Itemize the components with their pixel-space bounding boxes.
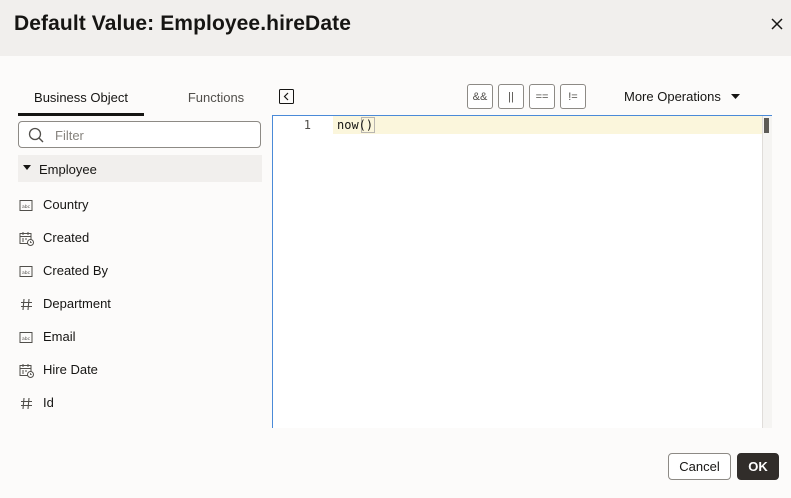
dialog-title: Default Value: Employee.hireDate — [14, 12, 351, 35]
cancel-button[interactable]: Cancel — [668, 453, 731, 480]
svg-text:abc: abc — [22, 270, 31, 276]
field-label: Email — [43, 329, 76, 344]
line-number: 1 — [303, 118, 311, 132]
field-item-hire-date[interactable]: Hire Date — [18, 357, 262, 385]
text-field-icon: abc — [19, 266, 33, 277]
editor-scrollbar[interactable] — [762, 116, 772, 428]
close-icon — [771, 18, 783, 30]
dialog-header: Default Value: Employee.hireDate — [0, 0, 791, 56]
field-label: Created — [43, 230, 90, 245]
field-item-created[interactable]: Created — [18, 225, 262, 253]
close-button[interactable] — [766, 13, 788, 35]
tab-business-object[interactable]: Business Object — [18, 84, 144, 116]
equals-operator-button[interactable]: == — [529, 84, 555, 109]
code-line[interactable]: now() — [337, 118, 373, 132]
svg-text:abc: abc — [22, 204, 31, 210]
and-operator-button[interactable]: && — [467, 84, 493, 109]
datetime-field-icon — [19, 364, 34, 378]
field-label: Created By — [43, 263, 109, 278]
not-equals-operator-button[interactable]: != — [560, 84, 586, 109]
field-label: Country — [43, 197, 89, 212]
expression-editor[interactable]: 1 now() — [272, 115, 772, 428]
datetime-field-icon — [19, 232, 34, 246]
chevron-down-icon[interactable] — [731, 94, 740, 100]
number-field-icon — [21, 397, 32, 410]
tree-node-employee[interactable]: Employee — [18, 155, 262, 182]
filter-input[interactable] — [55, 125, 255, 145]
search-icon — [28, 127, 44, 143]
field-item-email[interactable]: abc Email — [18, 324, 262, 352]
field-label: Department — [43, 296, 111, 311]
tree-node-label: Employee — [39, 162, 97, 177]
tab-functions[interactable]: Functions — [168, 84, 264, 116]
svg-text:abc: abc — [22, 336, 31, 342]
collapse-left-icon — [279, 89, 294, 104]
ok-button[interactable]: OK — [737, 453, 779, 480]
caret-down-icon — [23, 165, 31, 170]
editor-scrollbar-thumb[interactable] — [764, 118, 769, 133]
collapse-panel-button[interactable] — [279, 89, 294, 109]
field-item-country[interactable]: abc Country — [18, 192, 262, 220]
number-field-icon — [21, 298, 32, 311]
field-item-created-by[interactable]: abc Created By — [18, 258, 262, 286]
field-label: Id — [43, 395, 54, 410]
source-tabs: Business Object Functions — [18, 84, 262, 116]
text-field-icon: abc — [19, 200, 33, 211]
or-operator-button[interactable]: || — [498, 84, 524, 109]
field-item-id[interactable]: Id — [18, 390, 262, 418]
field-item-department[interactable]: Department — [18, 291, 262, 319]
active-line-highlight — [333, 116, 763, 134]
field-label: Hire Date — [43, 362, 98, 377]
text-field-icon: abc — [19, 332, 33, 343]
more-operations-menu[interactable]: More Operations — [624, 89, 721, 104]
filter-field[interactable] — [18, 121, 261, 148]
